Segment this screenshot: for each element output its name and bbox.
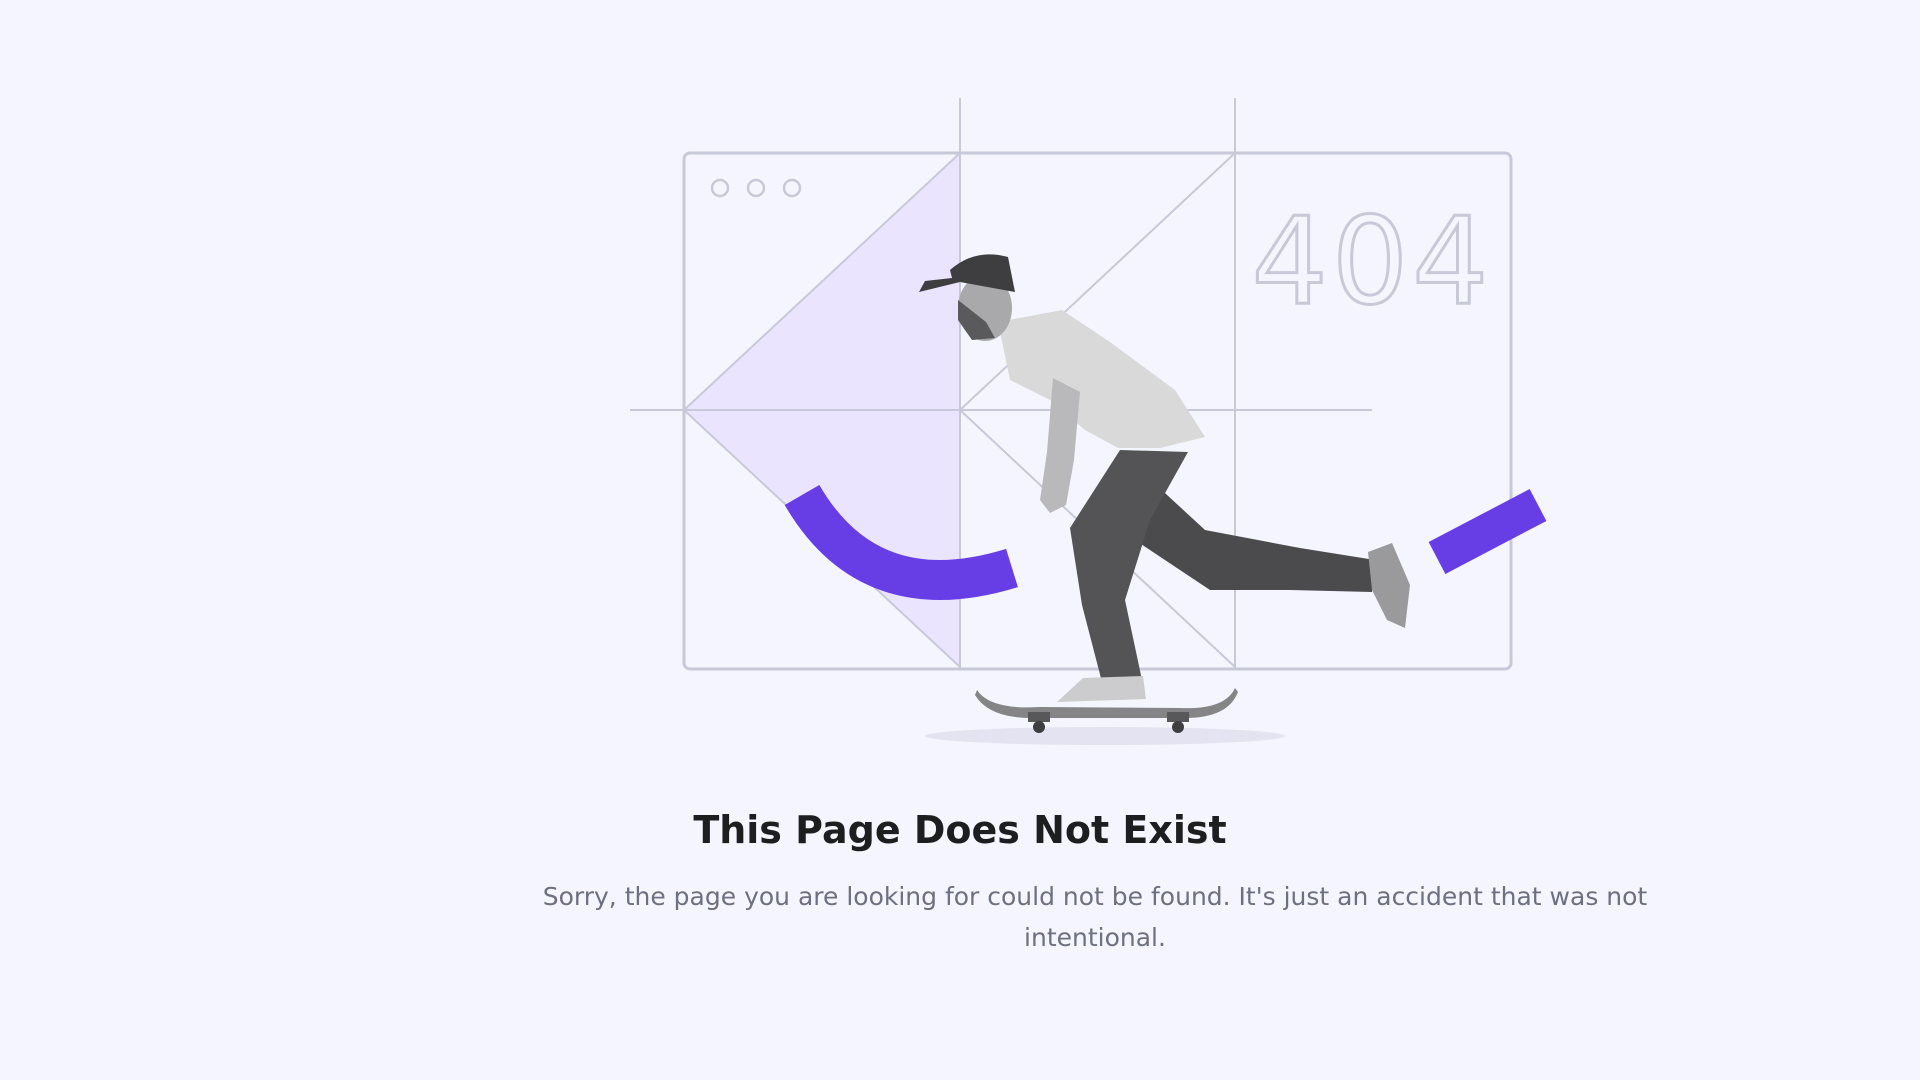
skateboard-wheel [1033,721,1045,733]
window-control-dot [746,178,766,198]
skateboard-truck [1167,712,1189,722]
error-message: Sorry, the page you are looking for coul… [542,882,1648,952]
skateboard-truck [1028,712,1050,722]
window-control-dot [782,178,802,198]
skateboarder-front-leg [1070,450,1188,686]
page-title: This Page Does Not Exist [693,808,1227,852]
skateboarder-front-shoe [1057,676,1146,702]
skateboard-wheel [1172,721,1184,733]
window-controls [710,178,802,198]
skateboarder-arm [1040,378,1080,513]
404-illustration: 404 [630,98,1547,745]
not-found-page: 404 This Page Does Not Exist Sorry, the … [0,0,1920,1080]
error-code-text: 404 [1251,193,1492,332]
skateboarder-back-shoe [1368,543,1410,628]
skateboarder-shirt [998,310,1205,448]
skateboarder-back-leg [1135,470,1375,592]
window-control-dot [710,178,730,198]
accent-bar [1428,489,1547,574]
skateboard-shadow [925,727,1285,745]
